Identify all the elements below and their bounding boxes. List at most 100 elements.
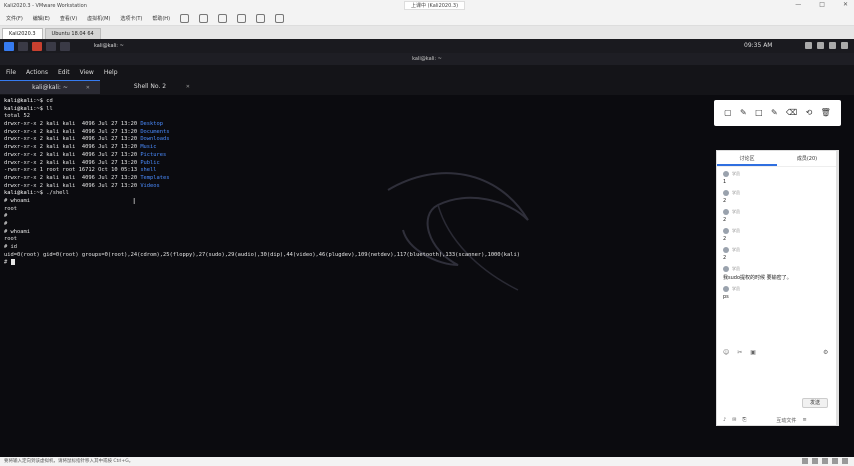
menu-view[interactable]: 查看(V) bbox=[60, 15, 77, 22]
workspace-1-icon[interactable] bbox=[46, 41, 56, 51]
chat-message: 学员 1 bbox=[717, 169, 837, 188]
author-name: 学员 bbox=[732, 171, 740, 176]
terminal-line: kali@kali:~$ cd bbox=[4, 98, 704, 106]
usb-icon[interactable] bbox=[832, 458, 838, 464]
files-icon[interactable] bbox=[18, 41, 28, 51]
terminal-line: drwxr-xr-x 2 kali kali 4096 Jul 27 13:20… bbox=[4, 144, 704, 152]
menu-tabs[interactable]: 选项卡(T) bbox=[120, 15, 142, 22]
menu-edit[interactable]: 编辑(E) bbox=[33, 15, 50, 22]
clock: 09:35 AM bbox=[744, 42, 773, 49]
message-text: 1 bbox=[723, 179, 727, 185]
close-button[interactable]: ✕ bbox=[843, 1, 848, 8]
terminal-menubar: File Actions Edit View Help bbox=[0, 65, 854, 79]
terminal-menu-edit[interactable]: Edit bbox=[58, 69, 70, 76]
menu-file[interactable]: 文件(F) bbox=[6, 15, 23, 22]
expand-icon[interactable]: ≡ bbox=[802, 417, 806, 423]
output-text: drwxr-xr-x 2 kali kali 4096 Jul 27 13:20 bbox=[4, 182, 141, 189]
terminal-line: drwxr-xr-x 2 kali kali 4096 Jul 27 13:20… bbox=[4, 152, 704, 160]
terminal-launch-icon[interactable] bbox=[32, 41, 42, 51]
view-icon[interactable] bbox=[256, 14, 266, 23]
vm-tab-kali[interactable]: Kali2020.3 bbox=[2, 28, 43, 39]
message-icon[interactable]: ✉ bbox=[732, 417, 736, 423]
terminal-tab-1[interactable]: kali@kali: ~ ✕ bbox=[0, 80, 100, 94]
emoji-icon[interactable]: ☺ bbox=[723, 349, 729, 356]
directory-name: Pictures bbox=[140, 151, 167, 158]
message-text: 2 bbox=[723, 255, 727, 261]
output-text: drwxr-xr-x 2 kali kali 4096 Jul 27 13:20 bbox=[4, 159, 141, 166]
snapshot-icon[interactable] bbox=[199, 14, 209, 23]
volume-icon[interactable] bbox=[817, 42, 824, 49]
terminal-menu-help[interactable]: Help bbox=[104, 69, 118, 76]
avatar bbox=[723, 190, 729, 196]
image-icon[interactable]: ▣ bbox=[750, 349, 756, 356]
maximize-button[interactable]: □ bbox=[819, 1, 825, 8]
mic-icon[interactable]: ♪ bbox=[723, 417, 726, 423]
directory-name: Desktop bbox=[140, 121, 164, 128]
terminal-line: drwxr-xr-x 2 kali kali 4096 Jul 27 13:20… bbox=[4, 121, 704, 129]
pause-icon[interactable] bbox=[180, 14, 190, 23]
output-text: root bbox=[4, 236, 17, 243]
power-icon[interactable] bbox=[841, 42, 848, 49]
terminal-line: kali@kali:~$ ll bbox=[4, 106, 704, 114]
cdrom-icon[interactable] bbox=[812, 458, 818, 464]
taskbar-terminal-item[interactable]: kali@kali: ~ bbox=[94, 43, 124, 49]
window-titlebar: Kali2020.3 - VMware Workstation 上课中 (Kal… bbox=[0, 0, 854, 12]
output-text: # bbox=[4, 213, 8, 220]
chat-scrollbar[interactable] bbox=[836, 150, 839, 426]
sound-icon[interactable] bbox=[842, 458, 848, 464]
author-name: 学员 bbox=[732, 209, 740, 214]
chat-message: 学员 2 bbox=[717, 226, 837, 245]
trash-tool-icon[interactable]: 🗑 bbox=[821, 109, 831, 117]
directory-name: Documents bbox=[140, 128, 170, 135]
shape-tool-icon[interactable]: □ bbox=[755, 109, 763, 117]
terminal-tabbar: kali@kali: ~ ✕ Shell No. 2 ✕ bbox=[0, 79, 854, 95]
avatar bbox=[723, 209, 729, 215]
message-text: 我sudo提权的时候 要输密了。 bbox=[723, 275, 792, 281]
terminal-line: root bbox=[4, 236, 704, 244]
terminal-line: # bbox=[4, 259, 704, 267]
chat-panel: 讨论区 成员(20) 学员 1 学员 2 学员 2 学员 2 学员 2 学员 我sudo提权的时候 要… bbox=[716, 150, 838, 426]
terminal-menu-view[interactable]: View bbox=[80, 69, 94, 76]
select-tool-icon[interactable]: ▢ bbox=[724, 109, 732, 117]
scissors-icon[interactable]: ✂ bbox=[737, 349, 742, 356]
undo-tool-icon[interactable]: ⟲ bbox=[806, 109, 813, 117]
terminal-line: # id bbox=[4, 244, 704, 252]
chat-message: 学员 ps bbox=[717, 284, 837, 303]
kali-menu-icon[interactable] bbox=[4, 41, 14, 51]
interactive-files-link[interactable]: 互动文件 bbox=[776, 417, 796, 424]
terminal-tab-label: kali@kali: ~ bbox=[32, 84, 68, 91]
hdd-icon[interactable] bbox=[802, 458, 808, 464]
manage-icon[interactable] bbox=[237, 14, 247, 23]
battery-icon[interactable] bbox=[829, 42, 836, 49]
close-icon[interactable]: ✕ bbox=[186, 80, 190, 94]
send-button[interactable]: 发送 bbox=[802, 398, 828, 408]
minimize-button[interactable]: — bbox=[795, 1, 801, 8]
highlighter-tool-icon[interactable]: ✎ bbox=[771, 109, 778, 117]
pen-tool-icon[interactable]: ✎ bbox=[740, 109, 747, 117]
terminal-menu-actions[interactable]: Actions bbox=[26, 69, 48, 76]
restore-icon[interactable] bbox=[218, 14, 228, 23]
file-icon[interactable]: ⎘ bbox=[742, 417, 746, 423]
chat-tabbar: 讨论区 成员(20) bbox=[717, 151, 837, 167]
terminal-line: drwxr-xr-x 2 kali kali 4096 Jul 27 13:20… bbox=[4, 183, 704, 191]
menu-help[interactable]: 帮助(H) bbox=[152, 15, 170, 22]
chat-message-list[interactable]: 学员 1 学员 2 学员 2 学员 2 学员 2 学员 我sudo提权的时候 要输密了。 学员 ps bbox=[717, 169, 837, 401]
menu-vm[interactable]: 虚拟机(M) bbox=[87, 15, 110, 22]
vm-tab-ubuntu[interactable]: Ubuntu 18.04 64 bbox=[44, 28, 101, 39]
network-adapter-icon[interactable] bbox=[822, 458, 828, 464]
eraser-tool-icon[interactable]: ⌫ bbox=[786, 109, 797, 117]
workspace-2-icon[interactable] bbox=[60, 41, 70, 51]
fullscreen-icon[interactable] bbox=[275, 14, 285, 23]
share-badge[interactable]: 上课中 (Kali2020.3) bbox=[404, 1, 466, 10]
status-text: 要将输入定向到该虚拟机，请将鼠标指针移入其中或按 Ctrl+G。 bbox=[4, 459, 134, 464]
terminal-tab-2[interactable]: Shell No. 2 ✕ bbox=[100, 80, 200, 94]
terminal-menu-file[interactable]: File bbox=[6, 69, 16, 76]
message-text: 2 bbox=[723, 198, 727, 204]
settings-icon[interactable]: ⚙ bbox=[823, 349, 828, 356]
network-icon[interactable] bbox=[805, 42, 812, 49]
terminal-output[interactable]: kali@kali:~$ cd kali@kali:~$ ll total 52 dr… bbox=[4, 98, 704, 458]
tab-discussion[interactable]: 讨论区 bbox=[717, 151, 777, 166]
close-icon[interactable]: ✕ bbox=[86, 81, 90, 95]
tab-members[interactable]: 成员(20) bbox=[777, 151, 837, 166]
directory-name: Downloads bbox=[140, 136, 170, 143]
